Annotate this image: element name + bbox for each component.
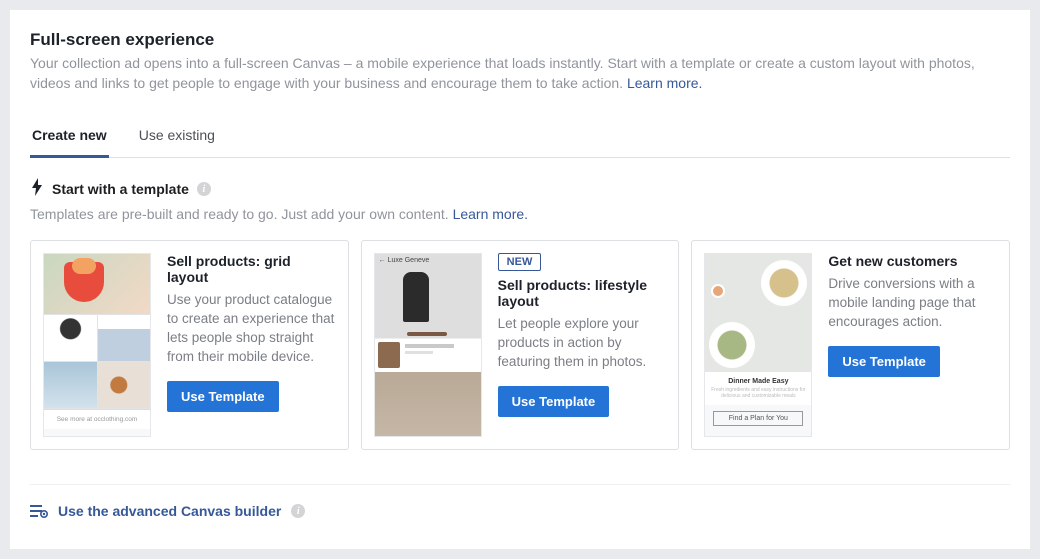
tab-create-new[interactable]: Create new [30,117,109,158]
template-cards: See more at occlothing.com Sell products… [30,240,1010,450]
thumb-food-cta: Find a Plan for You [713,411,803,426]
advanced-builder-row: Use the advanced Canvas builder i [30,503,1010,519]
page-description-text: Your collection ad opens into a full-scr… [30,55,975,91]
settings-list-icon [30,504,48,518]
learn-more-link[interactable]: Learn more. [627,75,702,91]
page-title: Full-screen experience [30,30,1010,50]
template-card-grid: See more at occlothing.com Sell products… [30,240,349,450]
template-section-header: Start with a template i [30,178,1010,200]
info-icon[interactable]: i [291,504,305,518]
card-title: Sell products: grid layout [167,253,336,285]
template-thumb-customers: Dinner Made EasyFresh ingredients and ea… [704,253,812,437]
template-hint-text: Templates are pre-built and ready to go.… [30,206,453,222]
card-description: Drive conversions with a mobile landing … [828,275,997,332]
template-section-title: Start with a template [52,181,189,197]
advanced-builder-link[interactable]: Use the advanced Canvas builder [58,503,281,519]
card-title: Get new customers [828,253,997,269]
template-thumb-lifestyle [374,253,482,437]
card-description: Use your product catalogue to create an … [167,291,336,367]
use-template-button[interactable]: Use Template [828,346,940,377]
template-learn-more-link[interactable]: Learn more. [453,206,528,222]
use-template-button[interactable]: Use Template [167,381,279,412]
template-card-lifestyle: NEW Sell products: lifestyle layout Let … [361,240,680,450]
bolt-icon [30,178,44,200]
thumb-grid-footer: See more at occlothing.com [44,409,150,429]
template-thumb-grid: See more at occlothing.com [43,253,151,437]
page-description: Your collection ad opens into a full-scr… [30,54,1010,93]
tab-use-existing[interactable]: Use existing [137,117,217,157]
use-template-button[interactable]: Use Template [498,386,610,417]
thumb-food-label: Dinner Made EasyFresh ingredients and ea… [705,372,811,405]
new-badge: NEW [498,253,542,271]
info-icon[interactable]: i [197,182,211,196]
card-description: Let people explore your products in acti… [498,315,667,372]
tab-bar: Create new Use existing [30,117,1010,158]
card-title: Sell products: lifestyle layout [498,277,667,309]
section-divider [30,484,1010,485]
template-section-hint: Templates are pre-built and ready to go.… [30,206,1010,222]
template-card-customers: Dinner Made EasyFresh ingredients and ea… [691,240,1010,450]
